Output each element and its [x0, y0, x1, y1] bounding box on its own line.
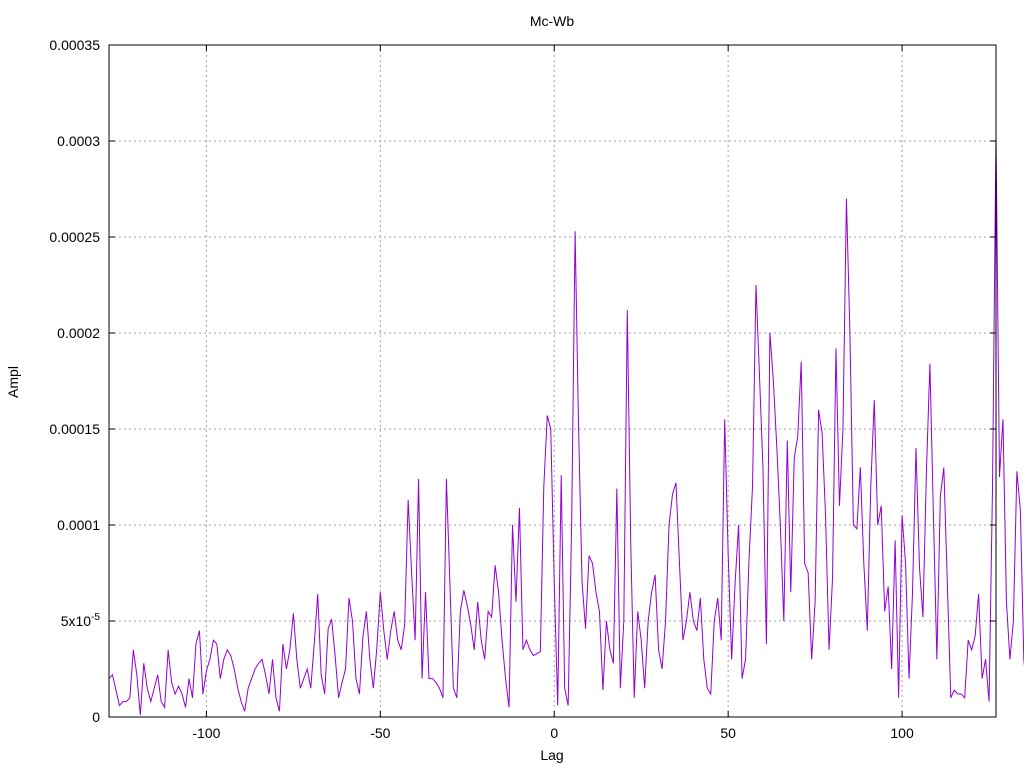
y-tick-label: 0.00015 [49, 421, 100, 437]
y-tick-label: 0.0003 [57, 133, 100, 149]
tick-marks [109, 44, 996, 718]
x-tick-label: 50 [720, 725, 736, 741]
y-tick-labels: 0 5x10-5 0.0001 0.00015 0.0002 0.00025 0.0003 0… [49, 37, 100, 725]
chart-title: Mc-Wb [530, 13, 575, 29]
y-tick-label: 0 [92, 709, 100, 725]
y-tick-label: 0.0001 [57, 517, 100, 533]
chart: -100 -50 0 50 100 0 5x10-5 0.0001 0.00015 0.0002… [0, 0, 1024, 768]
x-tick-labels: -100 -50 0 50 100 [192, 725, 914, 741]
x-tick-label: -100 [192, 725, 220, 741]
x-axis-label: Lag [540, 747, 563, 763]
chart-svg: -100 -50 0 50 100 0 5x10-5 0.0001 0.00015 0.0002… [5, 13, 1024, 763]
y-axis-label: Ampl [5, 366, 21, 398]
x-tick-label: 0 [550, 725, 558, 741]
y-tick-label: 0.00025 [49, 229, 100, 245]
plot-frame [108, 44, 997, 718]
x-tick-label: 100 [890, 725, 914, 741]
y-tick-label: 0.0002 [57, 325, 100, 341]
y-tick-label: 0.00035 [49, 37, 100, 53]
y-tick-label: 5x10-5 [61, 612, 101, 629]
x-tick-label: -50 [370, 725, 390, 741]
grid-lines [109, 45, 996, 717]
series-line-0 [108, 135, 1024, 716]
series-layer [108, 135, 1024, 716]
